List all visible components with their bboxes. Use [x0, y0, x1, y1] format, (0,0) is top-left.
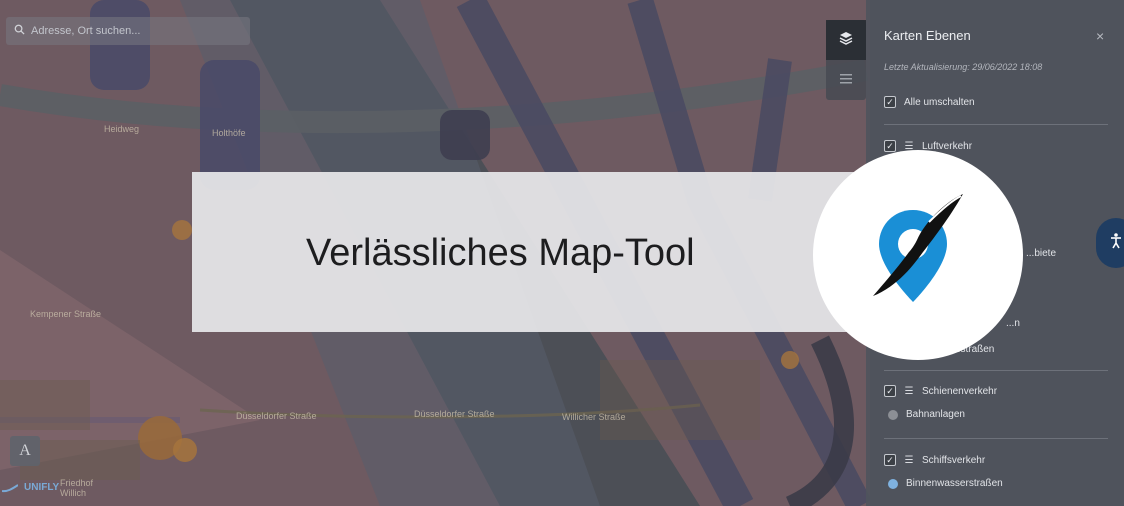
layer-color-dot: [888, 478, 898, 489]
map-label-willicher-strasse: Willicher Straße: [562, 412, 626, 422]
map-tool-buttons: [826, 20, 866, 100]
layer-item-label: Bahnanlagen: [906, 409, 965, 420]
checkbox-checked-icon[interactable]: ✓: [884, 96, 896, 108]
layer-group-label: Schiffsverkehr: [922, 454, 986, 466]
last-updated: Letzte Aktualisierung: 29/06/2022 18:08: [884, 62, 1043, 72]
list-icon: ☰: [904, 454, 914, 466]
toggle-all-label: Alle umschalten: [904, 96, 975, 108]
layer-color-dot: [888, 409, 898, 420]
map-label-kempener-strasse: Kempener Straße: [30, 309, 102, 319]
brand-logo: UNIFLY: [2, 482, 59, 493]
banner-text: Verlässliches Map-Tool: [306, 232, 695, 274]
layer-item-bahnanlagen[interactable]: Bahnanlagen: [884, 409, 965, 420]
layer-group-partial-1[interactable]: ...biete: [1026, 248, 1056, 259]
legend-button[interactable]: [826, 60, 866, 100]
accessibility-button[interactable]: [1096, 218, 1124, 268]
layer-group-label: Schienenverkehr: [922, 385, 998, 397]
layer-group-schienenverkehr[interactable]: ✓ ☰ Schienenverkehr: [884, 385, 997, 397]
layer-group-label: ...biete: [1026, 248, 1057, 259]
divider: [884, 438, 1108, 439]
checkbox-checked-icon[interactable]: ✓: [884, 454, 896, 466]
list-icon: [840, 71, 852, 89]
layers-icon: [839, 31, 853, 50]
promo-banner: Verlässliches Map-Tool: [192, 172, 882, 332]
toggle-all-row[interactable]: ✓ Alle umschalten: [884, 96, 975, 108]
layer-group-schiffsverkehr[interactable]: ✓ ☰ Schiffsverkehr: [884, 454, 985, 466]
map-label-duesseldorfer-strasse-2: Düsseldorfer Straße: [414, 409, 495, 419]
layer-item-binnenwasserstrassen[interactable]: Binnenwasserstraßen: [884, 478, 1003, 489]
brand-name: UNIFLY: [24, 482, 60, 493]
map-label-holthoefe: Holthöfe: [212, 128, 246, 138]
panel-title: Karten Ebenen: [884, 28, 971, 43]
search-box[interactable]: [6, 17, 250, 45]
map-label-heidweg: Heidweg: [104, 124, 140, 134]
divider: [884, 370, 1108, 371]
close-icon[interactable]: ×: [1096, 28, 1104, 44]
divider: [884, 124, 1108, 125]
compass-button[interactable]: A: [10, 436, 40, 466]
list-icon: ☰: [904, 385, 914, 397]
map-label-duesseldorfer-strasse-1: Düsseldorfer Straße: [236, 411, 317, 421]
search-input[interactable]: [31, 25, 241, 37]
checkbox-checked-icon[interactable]: ✓: [884, 385, 896, 397]
brand-swoosh-icon: [2, 483, 18, 492]
map-label-friedhof: Friedhof Willich: [60, 478, 94, 498]
drone-pin-logo-icon: [873, 194, 963, 302]
accessibility-icon: [1110, 232, 1122, 254]
app-logo: [813, 150, 1023, 360]
compass-icon: A: [19, 442, 31, 459]
layers-button[interactable]: [826, 20, 866, 60]
layer-item-label: Binnenwasserstraßen: [906, 478, 1003, 489]
search-icon: [14, 24, 25, 38]
